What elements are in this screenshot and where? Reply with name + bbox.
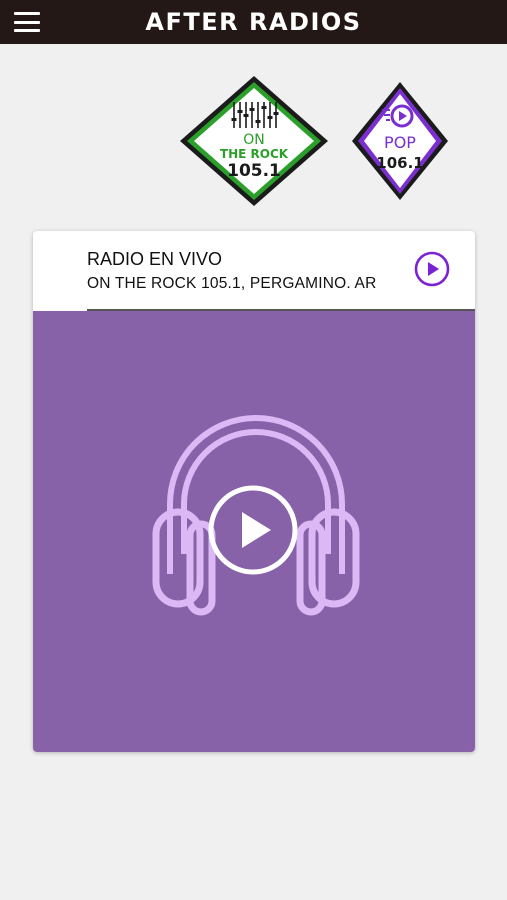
- station-logo-on-the-rock[interactable]: ON THE ROCK 105.1: [176, 72, 332, 210]
- station-logo-frequency: 106.1: [376, 154, 423, 172]
- play-circle-icon[interactable]: [414, 251, 450, 287]
- player-header: RADIO EN VIVO ON THE ROCK 105.1, PERGAMI…: [33, 231, 475, 311]
- player-card: RADIO EN VIVO ON THE ROCK 105.1, PERGAMI…: [33, 231, 475, 752]
- player-station-name: ON THE ROCK 105.1, PERGAMINO. AR: [87, 275, 377, 292]
- station-logo-frequency: 105.1: [227, 161, 281, 181]
- station-logo-pop[interactable]: POP 106.1: [348, 78, 452, 204]
- player-title: RADIO EN VIVO: [87, 249, 223, 269]
- station-logo-line1: ON: [243, 132, 265, 148]
- player-artwork: [33, 311, 475, 752]
- app-bar: AFTER RADIOS: [0, 0, 507, 44]
- app-title: AFTER RADIOS: [145, 8, 362, 36]
- hamburger-menu-icon[interactable]: [14, 12, 40, 32]
- play-button[interactable]: [207, 484, 299, 576]
- station-logo-line2: THE ROCK: [220, 147, 289, 161]
- station-logo-name: POP: [384, 133, 416, 152]
